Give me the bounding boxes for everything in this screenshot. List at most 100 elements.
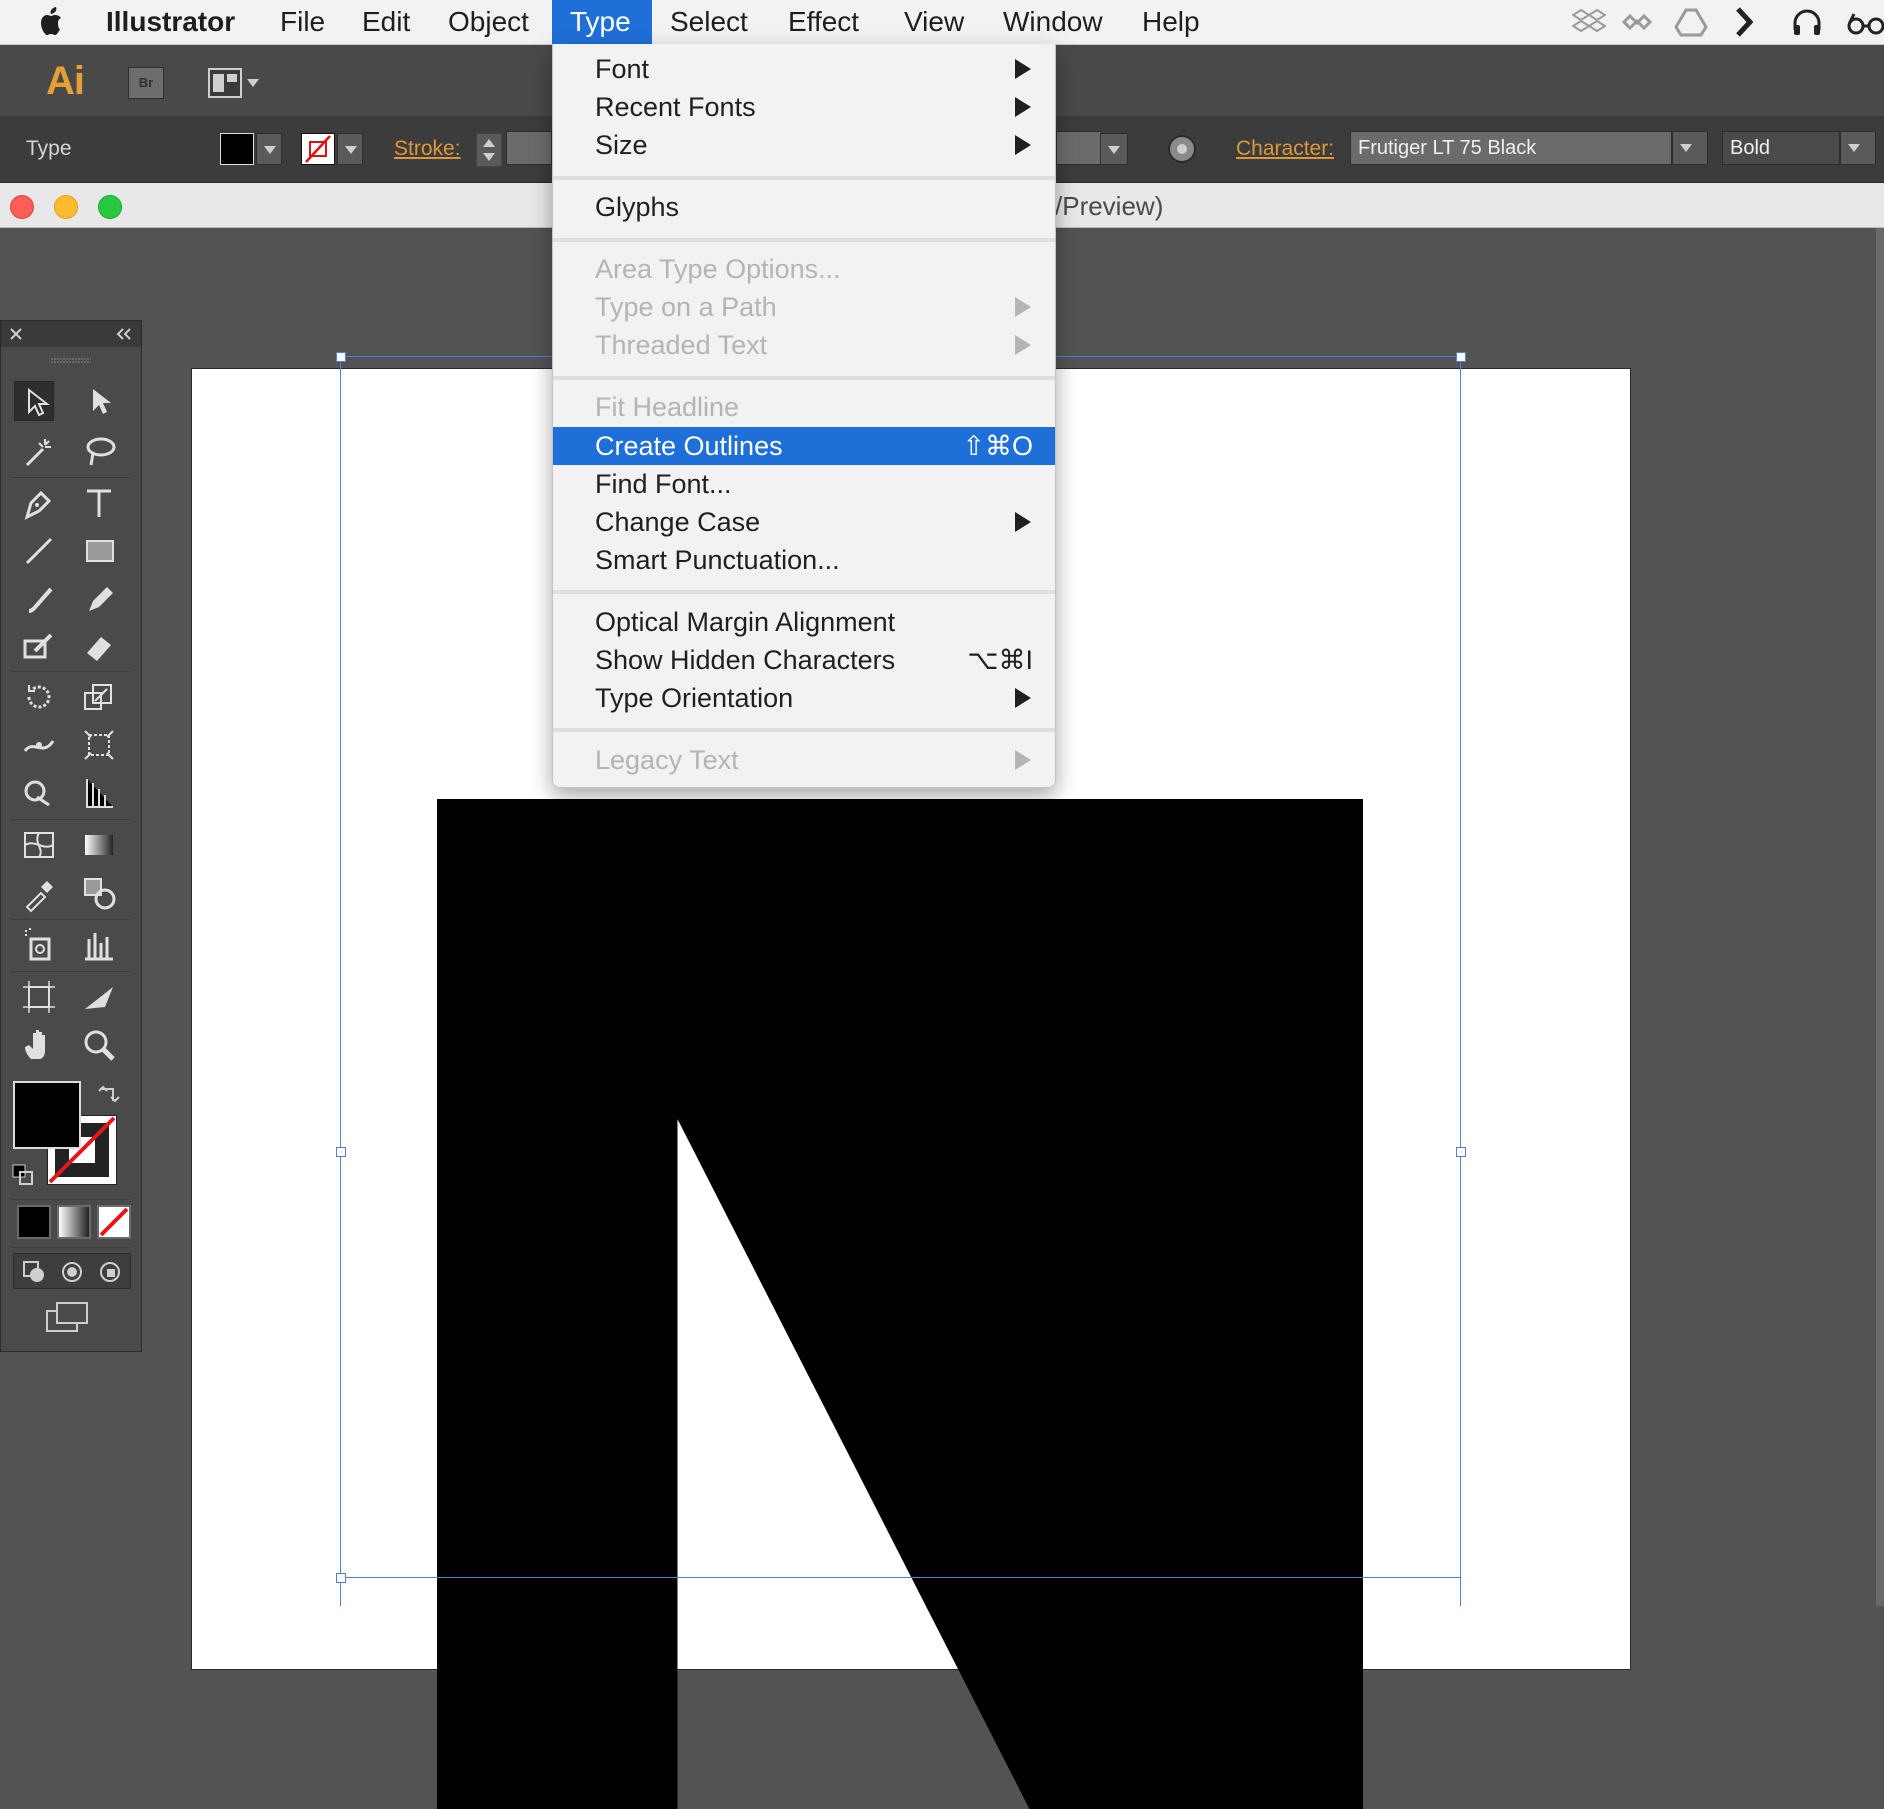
lasso-tool-icon[interactable] [79,431,119,471]
stroke-weight-stepper-icon[interactable] [476,133,502,167]
menu-separator [553,728,1055,732]
menu-item-find-font[interactable]: Find Font... [553,465,1055,503]
vertical-scrollbar[interactable] [1876,228,1884,1606]
zoom-tool-icon[interactable] [79,1025,119,1065]
draw-inside-icon[interactable] [98,1260,122,1284]
menu-item-create-outlines[interactable]: Create Outlines ⇧⌘O [553,427,1055,465]
apple-icon[interactable] [36,6,68,38]
selection-handle[interactable] [336,1573,346,1583]
font-family-dropdown[interactable] [1672,131,1708,165]
font-style-dropdown[interactable] [1840,131,1876,165]
fill-dropdown[interactable] [256,133,282,165]
selection-handle[interactable] [1456,1147,1466,1157]
pencil-tool-icon[interactable] [79,579,119,619]
dropbox-icon[interactable] [1572,6,1606,38]
chevron-icon[interactable] [1728,6,1762,38]
default-fill-stroke-icon[interactable] [11,1163,35,1187]
menu-item-font[interactable]: Font [553,50,1055,88]
gradient-tool-icon[interactable] [79,825,119,865]
selection-tool-icon[interactable] [14,381,54,421]
menu-item-size[interactable]: Size [553,126,1055,164]
menu-edit[interactable]: Edit [344,0,428,44]
stroke-weight-field[interactable] [506,131,552,165]
hand-tool-icon[interactable] [19,1025,59,1065]
menu-item-recent-fonts[interactable]: Recent Fonts [553,88,1055,126]
menu-item-type-orientation[interactable]: Type Orientation [553,679,1055,717]
menu-help[interactable]: Help [1124,0,1218,44]
perspective-grid-tool-icon[interactable] [79,773,119,813]
type-tool-icon[interactable] [79,483,119,523]
bridge-button[interactable]: Br [128,67,164,99]
menu-item-optical-margin-alignment[interactable]: Optical Margin Alignment [553,603,1055,641]
collapse-panel-icon[interactable] [115,328,133,340]
menu-view[interactable]: View [886,0,982,44]
menu-object[interactable]: Object [430,0,547,44]
line-segment-tool-icon[interactable] [19,531,59,571]
menu-app-name[interactable]: Illustrator [88,0,253,44]
close-window-button[interactable] [10,195,34,219]
scale-tool-icon[interactable] [79,677,119,717]
menu-type[interactable]: Type [552,0,652,44]
recolor-artwork-icon[interactable] [1166,133,1198,165]
rotate-tool-icon[interactable] [19,677,59,717]
symbol-sprayer-tool-icon[interactable] [19,925,59,965]
eraser-tool-icon[interactable] [79,625,119,665]
menu-item-change-case[interactable]: Change Case [553,503,1055,541]
color-mode-button[interactable] [17,1205,51,1239]
workspace-layout-icon[interactable] [207,67,263,99]
menu-item-show-hidden-characters[interactable]: Show Hidden Characters ⌥⌘I [553,641,1055,679]
change-screen-mode-icon[interactable] [45,1301,91,1335]
menu-window[interactable]: Window [985,0,1121,44]
opacity-field[interactable] [1056,131,1102,165]
none-swatch-icon [99,1207,129,1237]
selection-handle[interactable] [336,1147,346,1157]
pen-tool-icon[interactable] [19,483,59,523]
font-style-field[interactable]: Bold [1722,131,1840,165]
creative-cloud-icon[interactable] [1620,6,1654,38]
menu-item-glyphs[interactable]: Glyphs [553,188,1055,226]
tools-panel-header[interactable] [1,321,141,347]
free-transform-tool-icon[interactable] [79,725,119,765]
fill-swatch[interactable] [220,133,254,165]
direct-selection-tool-icon[interactable] [79,381,119,421]
stroke-dropdown[interactable] [337,133,363,165]
mesh-tool-icon[interactable] [19,825,59,865]
selection-handle[interactable] [336,352,346,362]
width-tool-icon[interactable] [19,725,59,765]
text-object-glyph[interactable] [437,799,1363,1809]
opacity-dropdown[interactable] [1100,133,1128,165]
paintbrush-tool-icon[interactable] [19,579,59,619]
menu-item-smart-punctuation[interactable]: Smart Punctuation... [553,541,1055,579]
none-mode-button[interactable] [97,1205,131,1239]
rectangle-tool-icon[interactable] [79,531,119,571]
font-family-field[interactable]: Frutiger LT 75 Black [1350,131,1672,165]
google-drive-icon[interactable] [1674,6,1708,38]
draw-normal-icon[interactable] [22,1260,46,1284]
artboard-tool-icon[interactable] [19,977,59,1017]
eyedropper-tool-icon[interactable] [19,873,59,913]
gradient-mode-button[interactable] [57,1205,91,1239]
shape-builder-tool-icon[interactable] [19,773,59,813]
menu-select[interactable]: Select [652,0,766,44]
menu-file[interactable]: File [262,0,343,44]
draw-behind-icon[interactable] [60,1260,84,1284]
zoom-window-button[interactable] [98,195,122,219]
shaper-tool-icon[interactable] [19,625,59,665]
menu-effect[interactable]: Effect [770,0,877,44]
panel-grip-icon[interactable] [51,357,91,363]
menu-item-area-type-options: Area Type Options... [595,254,841,284]
character-panel-link[interactable]: Character: [1236,137,1334,161]
headphones-icon[interactable] [1790,6,1824,38]
minimize-window-button[interactable] [54,195,78,219]
close-panel-icon[interactable] [9,327,23,341]
magic-wand-tool-icon[interactable] [19,431,59,471]
selection-handle[interactable] [1456,352,1466,362]
slice-tool-icon[interactable] [79,977,119,1017]
stroke-swatch[interactable] [301,133,335,165]
fill-color-box[interactable] [13,1081,81,1149]
stroke-panel-link[interactable]: Stroke: [394,137,461,161]
glasses-icon[interactable] [1846,6,1884,38]
column-graph-tool-icon[interactable] [79,925,119,965]
blend-tool-icon[interactable] [79,873,119,913]
swap-fill-stroke-icon[interactable] [97,1083,121,1105]
